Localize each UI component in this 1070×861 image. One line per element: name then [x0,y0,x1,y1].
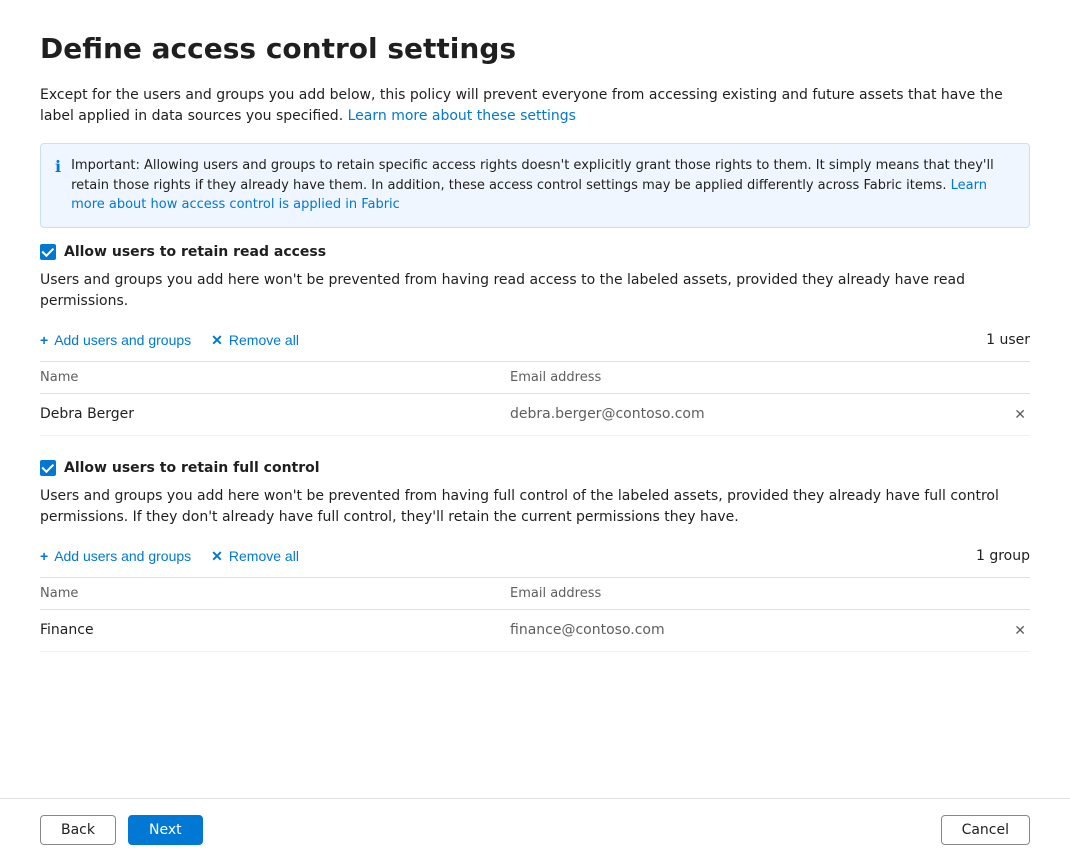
full-control-name-header: Name [40,586,510,601]
read-access-remove-0: ✕ [980,404,1030,425]
back-button[interactable]: Back [40,815,116,845]
read-access-table-header: Name Email address [40,362,1030,394]
remove-icon: ✕ [211,332,223,349]
learn-more-link[interactable]: Learn more about these settings [348,108,576,124]
full-control-email-0: finance@contoso.com [510,622,980,638]
full-control-toolbar: + Add users and groups ✕ Remove all 1 gr… [40,544,1030,578]
full-control-table-header: Name Email address [40,578,1030,610]
full-control-row-0: Finance finance@contoso.com ✕ [40,610,1030,652]
footer-left: Back Next [40,815,203,845]
add-icon: + [40,332,48,348]
full-control-checkbox-row[interactable]: Allow users to retain full control [40,460,1030,476]
full-control-checkbox[interactable] [40,460,56,476]
add-icon-2: + [40,548,48,564]
full-control-remove-all-button[interactable]: ✕ Remove all [211,544,299,569]
read-access-name-0: Debra Berger [40,406,510,422]
read-access-toolbar: + Add users and groups ✕ Remove all 1 us… [40,328,1030,362]
read-access-description: Users and groups you add here won't be p… [40,270,1030,312]
read-access-section: Allow users to retain read access Users … [40,244,1030,436]
next-button[interactable]: Next [128,815,203,845]
read-access-remove-all-button[interactable]: ✕ Remove all [211,328,299,353]
read-access-label: Allow users to retain read access [64,244,326,260]
remove-icon-2: ✕ [211,548,223,565]
page-description: Except for the users and groups you add … [40,85,1030,127]
full-control-description: Users and groups you add here won't be p… [40,486,1030,528]
info-icon: ℹ [55,157,61,176]
read-access-row-0: Debra Berger debra.berger@contoso.com ✕ [40,394,1030,436]
read-access-toolbar-left: + Add users and groups ✕ Remove all [40,328,299,353]
read-access-checkbox[interactable] [40,244,56,260]
info-text: Important: Allowing users and groups to … [71,156,1015,215]
full-control-label: Allow users to retain full control [64,460,320,476]
full-control-section: Allow users to retain full control Users… [40,460,1030,652]
cancel-button[interactable]: Cancel [941,815,1030,845]
full-control-name-0: Finance [40,622,510,638]
read-access-email-header: Email address [510,370,980,385]
page-title: Define access control settings [40,32,1030,65]
full-control-remove-button-0[interactable]: ✕ [1010,620,1030,641]
read-access-checkbox-row[interactable]: Allow users to retain read access [40,244,1030,260]
read-access-action-header [980,370,1030,385]
full-control-toolbar-left: + Add users and groups ✕ Remove all [40,544,299,569]
full-control-email-header: Email address [510,586,980,601]
full-control-add-button[interactable]: + Add users and groups [40,544,191,568]
read-access-remove-button-0[interactable]: ✕ [1010,404,1030,425]
full-control-remove-0: ✕ [980,620,1030,641]
read-access-add-button[interactable]: + Add users and groups [40,328,191,352]
read-access-email-0: debra.berger@contoso.com [510,406,980,422]
info-box: ℹ Important: Allowing users and groups t… [40,143,1030,228]
full-control-count: 1 group [976,548,1030,564]
footer: Back Next Cancel [0,798,1070,861]
read-access-count: 1 user [986,332,1030,348]
read-access-name-header: Name [40,370,510,385]
full-control-action-header [980,586,1030,601]
